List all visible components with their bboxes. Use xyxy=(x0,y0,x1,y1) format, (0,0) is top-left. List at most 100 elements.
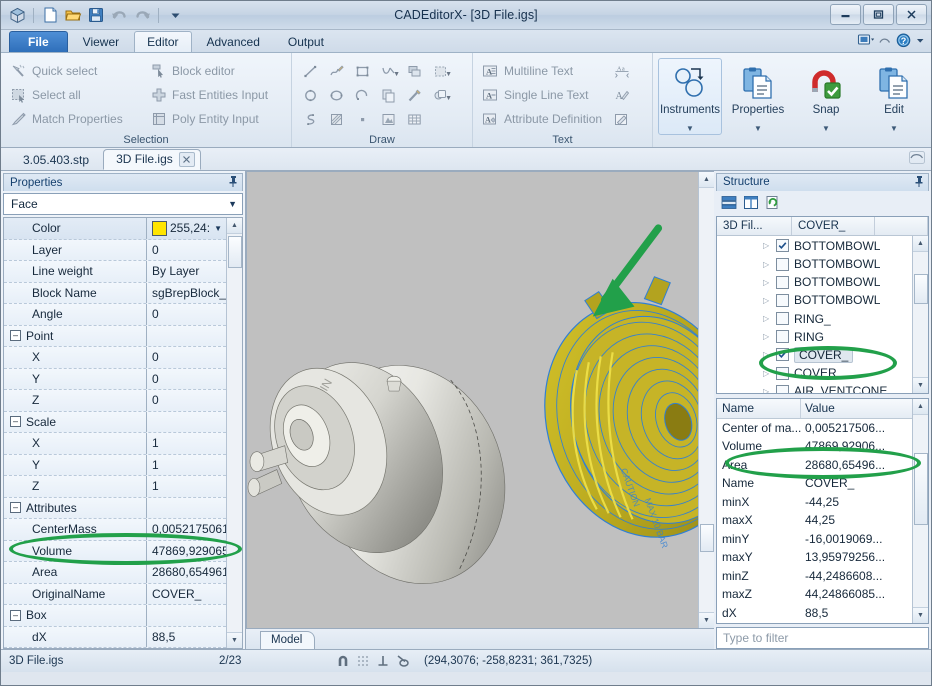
region-icon[interactable]: ▼ xyxy=(427,59,453,83)
poly-entity-input-button[interactable]: Poly Entity Input xyxy=(146,107,286,131)
refresh-icon[interactable] xyxy=(764,194,781,211)
expand-triangle-icon[interactable]: ▷ xyxy=(763,387,771,393)
edit-text-icon[interactable] xyxy=(614,107,630,131)
tree-column-cover[interactable]: COVER_ xyxy=(792,217,875,235)
text-edit-brush-icon[interactable]: A xyxy=(614,83,630,107)
property-row[interactable]: –Scale xyxy=(4,412,226,434)
properties-scroll-down-button[interactable]: ▼ xyxy=(227,632,242,648)
open-folder-icon[interactable] xyxy=(63,5,83,25)
grid-icon[interactable] xyxy=(355,654,370,669)
grid-header-value[interactable]: Value xyxy=(801,399,912,418)
expand-rows-icon[interactable] xyxy=(720,194,737,211)
property-value[interactable]: 1 xyxy=(146,455,226,476)
point-icon[interactable] xyxy=(349,107,375,131)
grid-row[interactable]: maxX44,25 xyxy=(717,511,912,530)
tree-column-blank[interactable] xyxy=(875,217,928,235)
viewport-scroll-down-button[interactable]: ▼ xyxy=(699,612,714,628)
ray-icon[interactable] xyxy=(401,83,427,107)
property-value[interactable]: 28680,6549611 xyxy=(146,562,226,583)
save-disk-icon[interactable] xyxy=(86,5,106,25)
property-value[interactable]: sgBrepBlock_C( xyxy=(146,283,226,304)
block-editor-button[interactable]: Block editor xyxy=(146,59,286,83)
property-row[interactable]: Y0 xyxy=(4,369,226,391)
select-all-button[interactable]: Select all xyxy=(6,83,146,107)
edit-dropdown-arrow[interactable]: ▼ xyxy=(890,123,898,134)
grid-row[interactable]: dX88,5 xyxy=(717,604,912,623)
expand-triangle-icon[interactable]: ▷ xyxy=(763,296,771,305)
tree-node-checkbox[interactable] xyxy=(776,276,789,289)
snap-magnet-icon[interactable] xyxy=(335,654,350,669)
tree-node[interactable]: ▷RING_ xyxy=(717,309,912,327)
polyline-icon[interactable] xyxy=(323,59,349,83)
viewport-scroll-up-button[interactable]: ▲ xyxy=(699,172,714,188)
property-row[interactable]: –Attributes xyxy=(4,498,226,520)
property-row[interactable]: dX88,5 xyxy=(4,627,226,649)
fast-entities-input-button[interactable]: Fast Entities Input xyxy=(146,83,286,107)
grid-row[interactable]: NameCOVER_ xyxy=(717,474,912,493)
quick-select-button[interactable]: Quick select xyxy=(6,59,146,83)
ellipse-icon[interactable] xyxy=(323,83,349,107)
property-value[interactable] xyxy=(146,412,226,433)
expand-triangle-icon[interactable]: ▷ xyxy=(763,241,771,250)
structure-pin-icon[interactable] xyxy=(914,175,924,190)
property-row[interactable]: –Point xyxy=(4,326,226,348)
tree-scroll-up-button[interactable]: ▲ xyxy=(913,236,928,252)
properties-type-selector[interactable]: Face ▼ xyxy=(3,193,243,215)
instruments-dropdown-arrow[interactable]: ▼ xyxy=(686,123,694,134)
property-row[interactable]: Line weightBy Layer xyxy=(4,261,226,283)
property-value[interactable]: 0 xyxy=(146,369,226,390)
ribbon-tab-editor[interactable]: Editor xyxy=(134,31,191,52)
help-icon[interactable]: ? xyxy=(896,33,912,51)
app-cube-icon[interactable] xyxy=(7,5,27,25)
grid-scroll-thumb[interactable] xyxy=(914,453,928,525)
columns-icon[interactable] xyxy=(742,194,759,211)
spline-icon[interactable]: ▼ xyxy=(375,59,401,83)
property-row[interactable]: –Box xyxy=(4,605,226,627)
window-display-icon[interactable] xyxy=(857,33,874,51)
ribbon-tab-advanced[interactable]: Advanced xyxy=(194,31,273,52)
grid-row[interactable]: Volume47869,92906... xyxy=(717,437,912,456)
collapse-toggle-icon[interactable]: – xyxy=(10,330,21,341)
osnap-icon[interactable] xyxy=(395,654,410,669)
tree-node[interactable]: ▷AIR_VENTCONE xyxy=(717,382,912,393)
property-row[interactable]: Volume47869,9290659 xyxy=(4,541,226,563)
property-value[interactable] xyxy=(146,498,226,519)
solid-dropdown-arrow[interactable]: ▼ xyxy=(445,95,452,102)
grid-row[interactable]: minZ-44,2486608... xyxy=(717,567,912,586)
property-row[interactable]: Block NamesgBrepBlock_C( xyxy=(4,283,226,305)
region-dropdown-arrow[interactable]: ▼ xyxy=(445,71,452,78)
attribute-definition-button[interactable]: A Attribute Definition xyxy=(478,107,608,131)
property-row[interactable]: Area28680,6549611 xyxy=(4,562,226,584)
property-value[interactable]: By Layer xyxy=(146,261,226,282)
expand-triangle-icon[interactable]: ▷ xyxy=(763,350,771,359)
block-insert-icon[interactable] xyxy=(401,59,427,83)
ribbon-tab-viewer[interactable]: Viewer xyxy=(70,31,132,52)
rectangle-icon[interactable] xyxy=(349,59,375,83)
grid-scrollbar[interactable]: ▲ ▼ xyxy=(912,399,928,623)
property-value[interactable]: 0 xyxy=(146,347,226,368)
tree-node-checkbox[interactable] xyxy=(776,312,789,325)
properties-dropdown-arrow[interactable]: ▼ xyxy=(754,123,762,134)
instruments-button[interactable]: Instruments ▼ xyxy=(658,58,722,135)
tree-node-checkbox[interactable] xyxy=(776,258,789,271)
expand-triangle-icon[interactable]: ▷ xyxy=(763,314,771,323)
tree-node-checkbox[interactable] xyxy=(776,367,789,380)
ribbon-help-dropdown-icon[interactable] xyxy=(916,34,925,50)
maximize-button[interactable] xyxy=(863,4,894,25)
document-tab-igs[interactable]: 3D File.igs xyxy=(103,149,201,170)
collapse-toggle-icon[interactable]: – xyxy=(10,502,21,513)
properties-scrollbar[interactable]: ▲ ▼ xyxy=(226,218,242,648)
color-dropdown-icon[interactable]: ▼ xyxy=(214,224,222,233)
tree-node-checkbox[interactable] xyxy=(776,239,789,252)
single-line-text-button[interactable]: A Single Line Text xyxy=(478,83,608,107)
property-row[interactable]: X1 xyxy=(4,433,226,455)
expand-triangle-icon[interactable]: ▷ xyxy=(763,278,771,287)
grid-scroll-up-button[interactable]: ▲ xyxy=(913,399,928,415)
grid-row[interactable]: Area28680,65496... xyxy=(717,456,912,475)
property-row[interactable]: Color255,24:▼ xyxy=(4,218,226,240)
property-value[interactable] xyxy=(146,605,226,626)
grid-row[interactable]: minX-44,25 xyxy=(717,493,912,512)
copy-entity-icon[interactable] xyxy=(375,83,401,107)
property-row[interactable]: OriginalNameCOVER_ xyxy=(4,584,226,606)
document-tab-stp[interactable]: 3.05.403.stp xyxy=(11,151,101,170)
